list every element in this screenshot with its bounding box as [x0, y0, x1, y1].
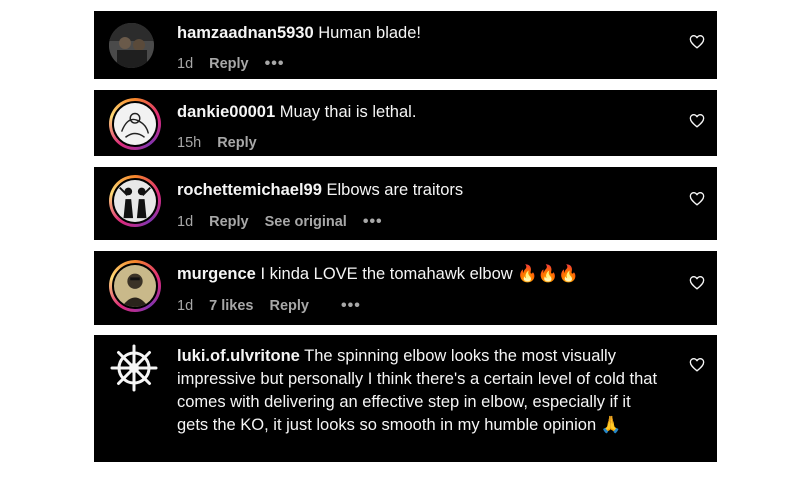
avatar[interactable]: [109, 343, 159, 393]
avatar-image: [112, 101, 158, 147]
comment-text: hamzaadnan5930 Human blade!: [177, 22, 659, 45]
comment-body: Human blade!: [318, 24, 421, 42]
more-dots-icon[interactable]: •••: [341, 298, 361, 314]
comment-time: 1d: [177, 214, 194, 230]
heart-outline-icon[interactable]: [689, 34, 705, 49]
comment-body: Muay thai is lethal.: [279, 103, 417, 121]
comment-text: murgence I kinda LOVE the tomahawk elbow…: [177, 263, 659, 286]
comment-meta: 1d Reply See original •••: [177, 214, 399, 231]
comment-card: luki.of.ulvritone The spinning elbow loo…: [94, 335, 717, 462]
comment-meta: 1d 7 likes Reply •••: [177, 298, 377, 315]
see-original-button[interactable]: See original: [265, 214, 347, 230]
comment-body: Elbows are traitors: [326, 181, 464, 199]
avatar[interactable]: [109, 23, 154, 68]
avatar[interactable]: [109, 98, 161, 150]
comment-username[interactable]: rochettemichael99: [177, 181, 322, 199]
heart-outline-icon[interactable]: [689, 191, 705, 206]
comment-text: luki.of.ulvritone The spinning elbow loo…: [177, 345, 659, 437]
comment-username[interactable]: murgence: [177, 265, 256, 283]
comment-text: dankie00001 Muay thai is lethal.: [177, 101, 659, 124]
likes-count-button[interactable]: 7 likes: [209, 298, 253, 314]
comment-card: hamzaadnan5930 Human blade! 1d Reply •••: [94, 11, 717, 79]
comment-meta: 1d Reply •••: [177, 56, 300, 73]
avatar-wheel-icon: [110, 344, 158, 392]
comment-time: 15h: [177, 135, 202, 151]
comment-text: rochettemichael99 Elbows are traitors: [177, 179, 659, 202]
reply-button[interactable]: Reply: [269, 298, 309, 314]
comment-username[interactable]: dankie00001: [177, 103, 275, 121]
avatar-photo-icon: [109, 23, 154, 68]
reply-button[interactable]: Reply: [209, 214, 249, 230]
avatar-image: [112, 263, 158, 309]
comment-time: 1d: [177, 298, 194, 314]
comment-card: dankie00001 Muay thai is lethal. 15h Rep…: [94, 90, 717, 156]
avatar[interactable]: [109, 260, 161, 312]
more-dots-icon[interactable]: •••: [363, 214, 383, 230]
reply-button[interactable]: Reply: [209, 56, 249, 72]
comment-meta: 15h Reply: [177, 135, 273, 151]
comment-body: I kinda LOVE the tomahawk elbow 🔥🔥🔥: [260, 265, 579, 283]
comment-card: rochettemichael99 Elbows are traitors 1d…: [94, 167, 717, 240]
comment-username[interactable]: hamzaadnan5930: [177, 24, 314, 42]
heart-outline-icon[interactable]: [689, 357, 705, 372]
avatar-portrait-icon: [114, 265, 156, 307]
avatar-sketch-icon: [114, 103, 156, 145]
heart-outline-icon[interactable]: [689, 275, 705, 290]
avatar-silhouette-icon: [114, 180, 156, 222]
avatar[interactable]: [109, 175, 161, 227]
reply-button[interactable]: Reply: [217, 135, 257, 151]
comment-time: 1d: [177, 56, 194, 72]
heart-outline-icon[interactable]: [689, 113, 705, 128]
more-dots-icon[interactable]: •••: [265, 56, 285, 72]
avatar-image: [112, 178, 158, 224]
comment-card: murgence I kinda LOVE the tomahawk elbow…: [94, 251, 717, 325]
comment-username[interactable]: luki.of.ulvritone: [177, 347, 300, 365]
